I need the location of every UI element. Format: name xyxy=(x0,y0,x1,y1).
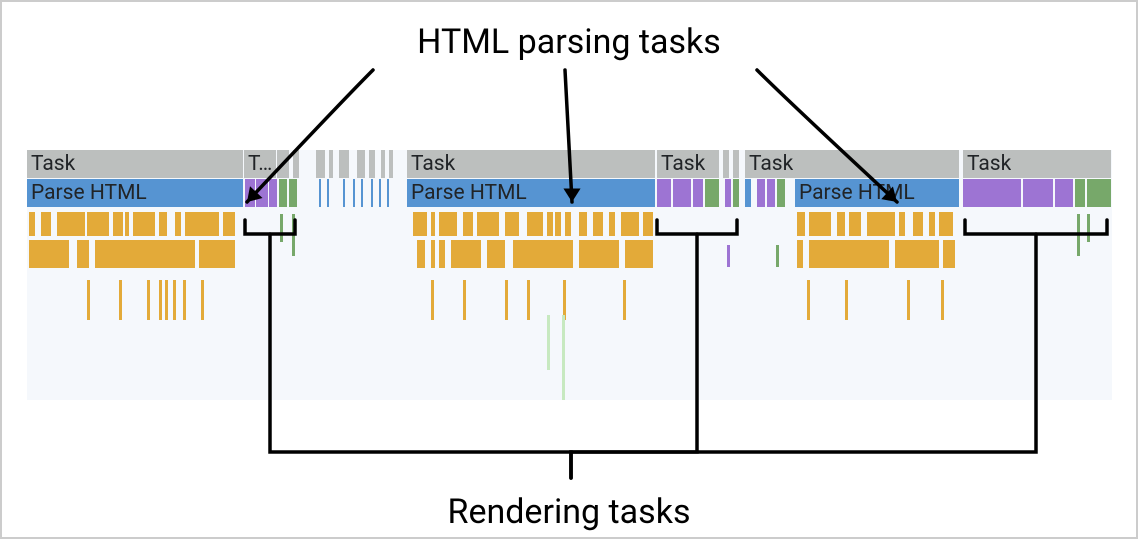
accent-marks xyxy=(27,150,1112,400)
bottom-label: Rendering tasks xyxy=(448,492,691,532)
accent-segment xyxy=(727,245,730,267)
accent-segment xyxy=(547,315,550,370)
diagram-frame: HTML parsing tasks TaskT…TaskTaskTaskTas… xyxy=(0,0,1138,539)
accent-segment xyxy=(1087,214,1090,242)
accent-segment xyxy=(562,315,565,400)
performance-flame-chart: TaskT…TaskTaskTaskTask Parse HTMLParse H… xyxy=(27,150,1112,400)
accent-segment xyxy=(776,245,779,267)
accent-segment xyxy=(280,214,283,242)
accent-segment xyxy=(1077,214,1080,256)
accent-segment xyxy=(292,214,295,256)
top-label: HTML parsing tasks xyxy=(417,22,721,62)
